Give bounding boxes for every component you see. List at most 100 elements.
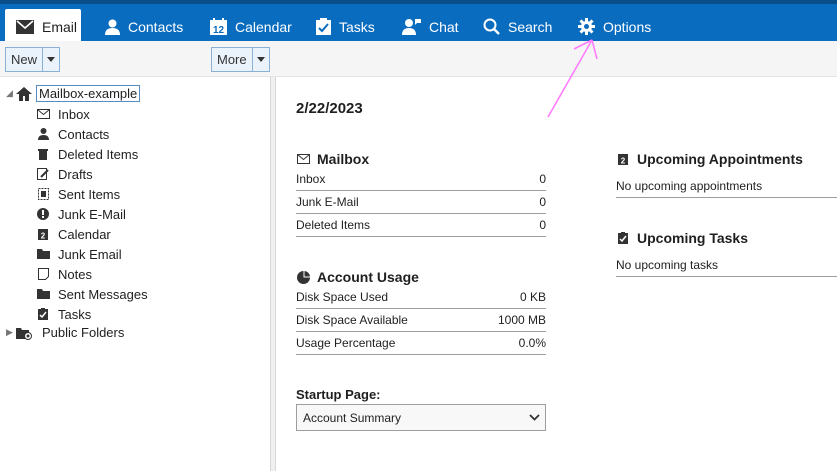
gear-icon	[578, 18, 595, 35]
folder-junk-email[interactable]: Junk Email	[36, 244, 122, 264]
folder-label: Drafts	[58, 166, 93, 182]
folder-label: Sent Items	[58, 186, 121, 202]
row-label: Usage Percentage	[296, 336, 396, 350]
trash-icon	[36, 147, 50, 161]
draft-icon	[36, 167, 50, 181]
tab-email-label: Email	[42, 19, 78, 35]
caret-down-icon	[47, 57, 56, 62]
more-button-label[interactable]: More	[212, 48, 253, 71]
startup-page-label: Startup Page:	[296, 387, 381, 402]
tab-chat[interactable]: Chat	[402, 8, 459, 45]
calendar-icon: 2	[616, 152, 630, 166]
tab-options-label: Options	[603, 18, 652, 35]
tasks-section-title: Upcoming Tasks	[616, 230, 748, 246]
public-folders-label: Public Folders	[42, 325, 125, 340]
envelope-icon	[16, 20, 34, 34]
clipboard-check-icon	[616, 231, 630, 245]
home-icon	[16, 86, 32, 101]
new-button[interactable]: New	[5, 47, 61, 72]
folder-icon	[36, 287, 50, 301]
mailbox-section-title: Mailbox	[296, 151, 369, 167]
mailbox-root-label[interactable]: Mailbox-example	[36, 85, 141, 102]
usage-section-title: Account Usage	[296, 269, 419, 285]
tasks-title-label: Upcoming Tasks	[637, 230, 748, 246]
row-label: Disk Space Used	[296, 290, 389, 304]
folder-label: Junk E-Mail	[58, 206, 126, 222]
mailbox-row: Deleted Items 0	[296, 214, 546, 237]
tab-calendar-label: Calendar	[235, 18, 292, 35]
folder-sent-items[interactable]: Sent Items	[36, 184, 120, 204]
folder-label: Calendar	[58, 226, 111, 242]
tab-contacts[interactable]: Contacts	[105, 8, 183, 45]
appointments-empty-text: No upcoming appointments	[616, 179, 763, 193]
account-summary: 2/22/2023 Mailbox Inbox 0 Junk E-Mail 0 …	[277, 77, 837, 471]
row-value: 0	[539, 172, 546, 186]
tab-email[interactable]: Email	[5, 9, 81, 45]
caret-down-icon	[256, 57, 265, 62]
calendar-icon-day: 2	[621, 157, 626, 166]
tab-search-label: Search	[508, 18, 553, 35]
folder-deleted-items[interactable]: Deleted Items	[36, 144, 138, 164]
folder-inbox[interactable]: Inbox	[36, 104, 90, 124]
folder-label: Deleted Items	[58, 146, 139, 162]
folder-icon	[36, 247, 50, 261]
row-value: 1000 MB	[497, 313, 546, 327]
folder-label: Junk Email	[58, 246, 122, 262]
tasks-empty-row: No upcoming tasks	[616, 254, 837, 277]
row-label: Inbox	[296, 172, 326, 186]
appointments-title-label: Upcoming Appointments	[637, 151, 803, 167]
usage-title-label: Account Usage	[317, 269, 419, 285]
appointments-section-title: 2 Upcoming Appointments	[616, 151, 803, 167]
more-button[interactable]: More	[211, 47, 270, 72]
calendar-icon-day: 12	[213, 25, 225, 35]
tab-contacts-label: Contacts	[128, 18, 184, 35]
row-label: Deleted Items	[296, 218, 371, 232]
folder-contacts[interactable]: Contacts	[36, 124, 109, 144]
folder-notes[interactable]: Notes	[36, 264, 92, 284]
tasks-empty-text: No upcoming tasks	[616, 258, 719, 272]
folder-label: Sent Messages	[58, 286, 148, 302]
top-nav-bar: Email Contacts 12 Calendar Tasks Chat Se…	[0, 0, 837, 45]
expand-arrow-icon[interactable]: ▶	[6, 327, 16, 338]
new-button-label[interactable]: New	[6, 48, 44, 71]
row-value: 0 KB	[519, 290, 546, 304]
tab-tasks-label: Tasks	[339, 18, 375, 35]
mailbox-root[interactable]: ◢ Mailbox-example	[6, 85, 141, 102]
folder-junk-e-mail[interactable]: Junk E-Mail	[36, 204, 126, 224]
folder-label: Contacts	[58, 126, 110, 142]
toolbar: New More	[0, 41, 837, 77]
more-dropdown-button[interactable]	[253, 48, 269, 71]
folder-drafts[interactable]: Drafts	[36, 164, 93, 184]
clipboard-check-icon	[36, 307, 50, 321]
pane-splitter[interactable]	[270, 77, 276, 471]
tab-calendar[interactable]: 12 Calendar	[210, 8, 292, 45]
row-label: Junk E-Mail	[296, 195, 359, 209]
appointments-empty-row: No upcoming appointments	[616, 175, 837, 198]
clipboard-check-icon	[316, 18, 331, 35]
startup-page-select[interactable]: Account Summary	[296, 404, 546, 431]
usage-row: Disk Space Available 1000 MB	[296, 309, 546, 332]
sent-icon	[36, 187, 50, 201]
note-icon	[36, 267, 50, 281]
row-value: 0	[539, 218, 546, 232]
usage-row: Disk Space Used 0 KB	[296, 286, 546, 309]
folder-tree: ◢ Mailbox-example Inbox Contacts Deleted…	[0, 77, 270, 471]
folder-label: Notes	[58, 266, 92, 282]
public-folders[interactable]: ▶ Public Folders	[6, 325, 124, 340]
tab-options[interactable]: Options	[578, 8, 651, 45]
folder-sent-messages[interactable]: Sent Messages	[36, 284, 148, 304]
folder-label: Tasks	[58, 306, 92, 322]
envelope-icon	[36, 107, 50, 121]
tab-tasks[interactable]: Tasks	[316, 8, 375, 45]
pie-chart-icon	[296, 270, 310, 284]
tab-search[interactable]: Search	[483, 8, 552, 45]
folder-tasks[interactable]: Tasks	[36, 304, 91, 324]
row-value: 0.0%	[518, 336, 546, 350]
chat-person-icon	[402, 19, 421, 35]
person-icon	[36, 127, 50, 141]
collapse-arrow-icon[interactable]: ◢	[6, 88, 16, 99]
folder-calendar[interactable]: 2 Calendar	[36, 224, 111, 244]
row-label: Disk Space Available	[296, 313, 408, 327]
tab-chat-label: Chat	[429, 18, 459, 35]
new-dropdown-button[interactable]	[43, 48, 59, 71]
